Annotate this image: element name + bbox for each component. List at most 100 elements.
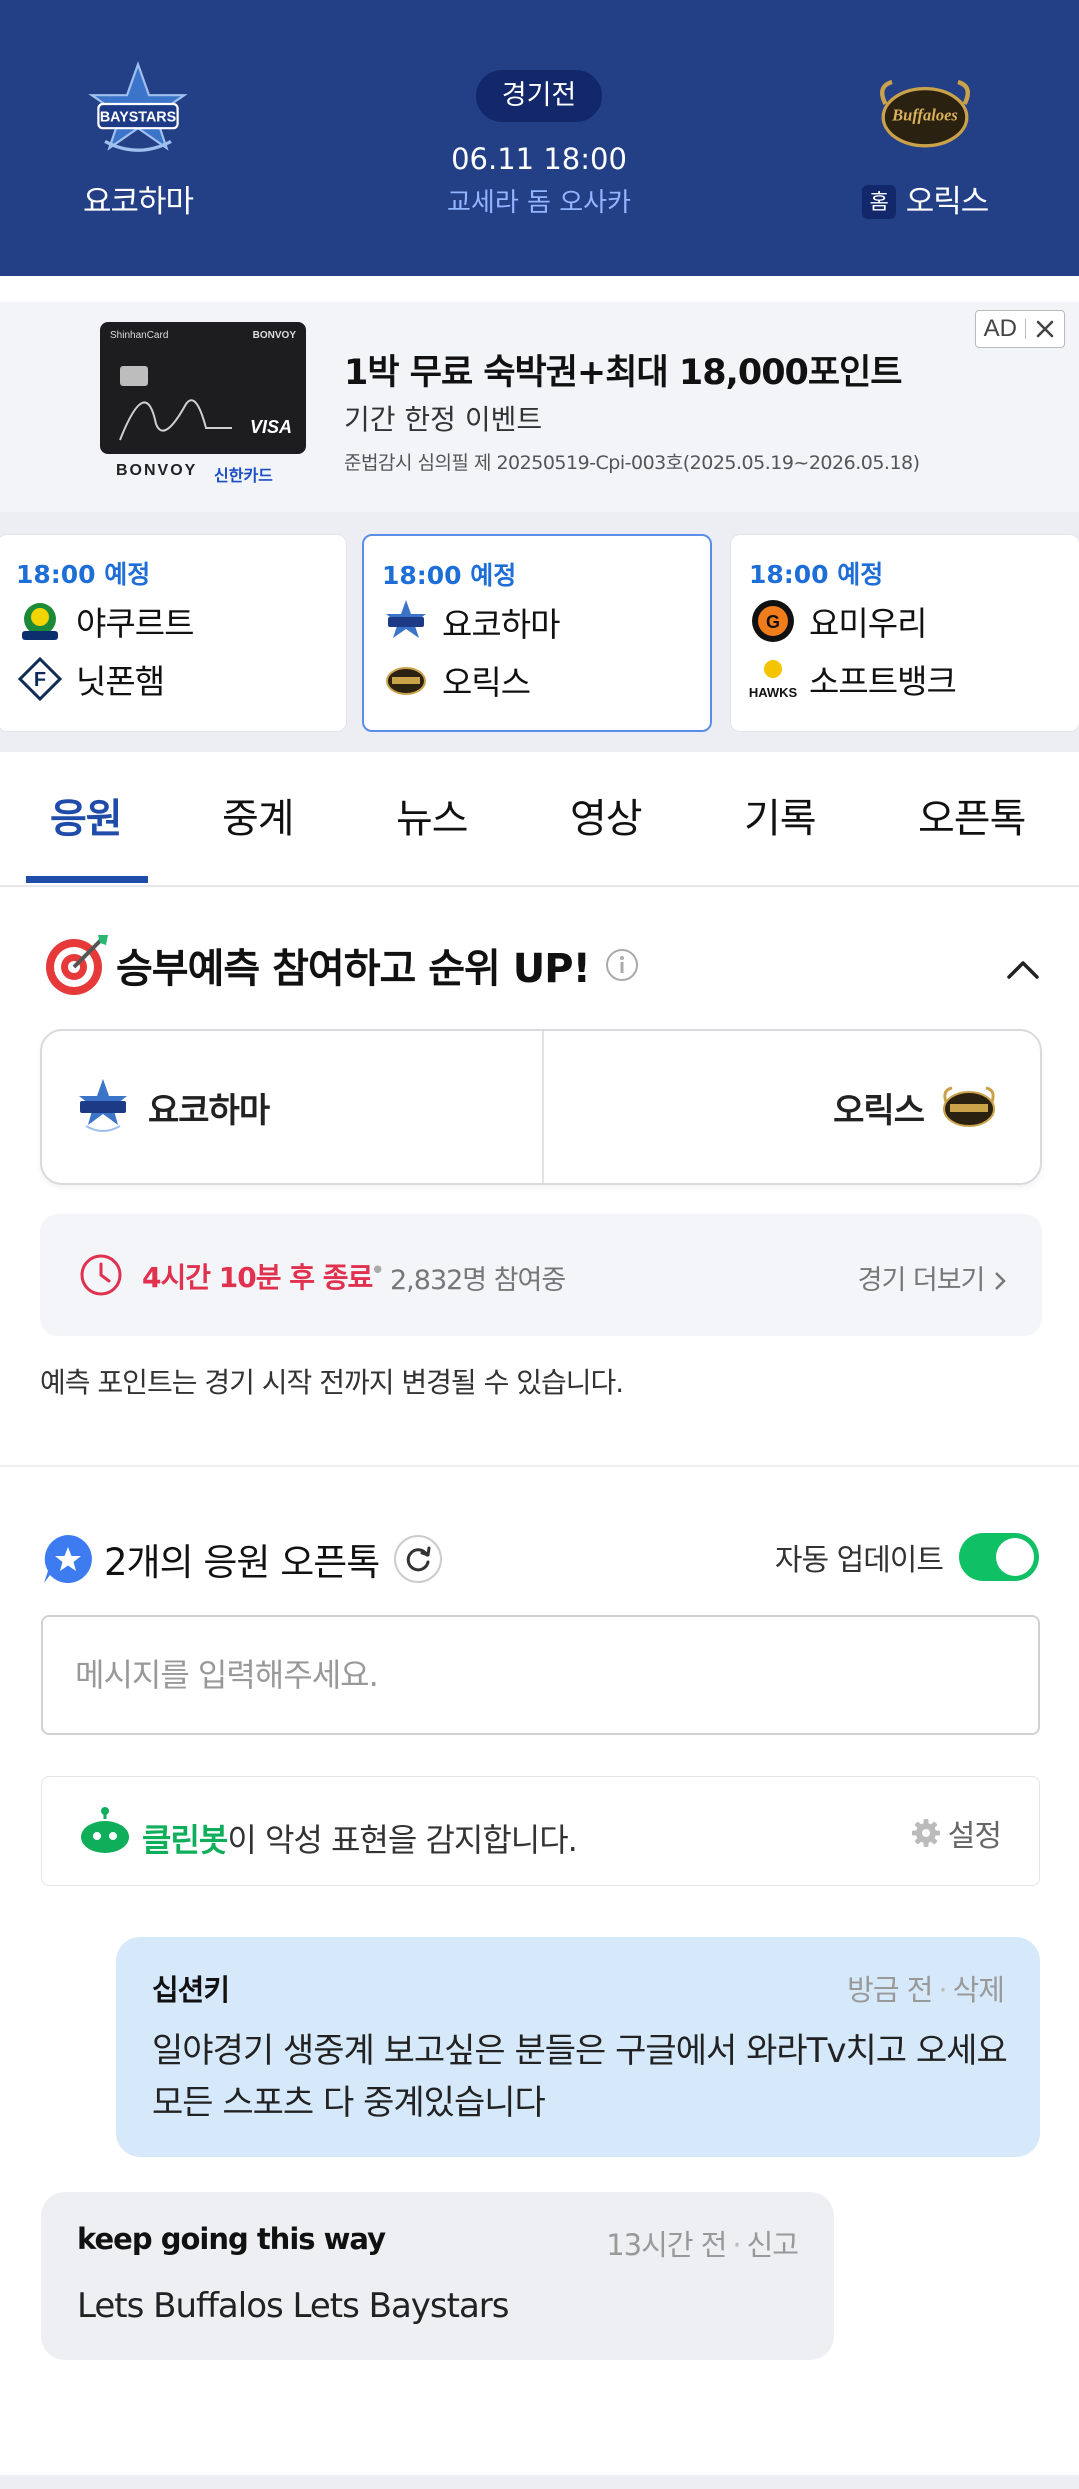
vote-home-button[interactable]: 오릭스 — [819, 1075, 1000, 1139]
tab-open-talk[interactable]: 오픈톡 — [918, 786, 1026, 844]
game-card-team-name: 소프트뱅크 — [809, 662, 957, 701]
svg-text:HAWKS: HAWKS — [749, 685, 797, 700]
baystars-logo-icon — [386, 600, 426, 638]
game-card[interactable]: 18:00 예정 G 요미우리 HAWKS 소프트뱅크 — [730, 534, 1079, 732]
vote-home-team-name: 오릭스 — [833, 1090, 925, 1131]
message-text: 일야경기 생중계 보고싶은 분들은 구글에서 와라Tv치고 오세요 모든 스포츠… — [152, 2031, 1008, 2123]
meta-separator: · — [938, 1973, 947, 2007]
cleanbot-text: 클린봇이 악성 표현을 감지합니다. — [142, 1815, 578, 1861]
clock-icon — [80, 1254, 122, 1296]
card-chip-icon — [120, 366, 148, 386]
more-games-label: 경기 더보기 — [857, 1265, 986, 1296]
home-team-name: 오릭스 — [905, 184, 990, 220]
target-icon — [46, 935, 108, 995]
auto-update-control: 자동 업데이트 — [775, 1531, 1039, 1583]
cleanbot-description: 이 악성 표현을 감지합니다. — [227, 1821, 578, 1859]
auto-update-label: 자동 업데이트 — [774, 1543, 944, 1578]
vote-away-button[interactable]: 요코하마 — [72, 1075, 283, 1139]
game-card[interactable]: 18:00 예정 야쿠르트 F 닛폰햄 — [0, 534, 347, 732]
game-info: 경기전 06.11 18:00 교세라 돔 오사카 — [389, 70, 689, 219]
cleanbot-notice: 클린봇이 악성 표현을 감지합니다. 설정 — [41, 1776, 1040, 1886]
game-card-time: 18:00 예정 — [749, 560, 884, 589]
star-badge-icon — [44, 1535, 92, 1583]
game-card-team-name: 야쿠르트 — [76, 604, 194, 643]
info-icon[interactable] — [604, 947, 640, 983]
svg-text:BAYSTARS: BAYSTARS — [100, 110, 176, 126]
svg-text:Buffaloes: Buffaloes — [891, 106, 958, 125]
vote-divider — [542, 1031, 544, 1183]
auto-update-toggle[interactable] — [959, 1533, 1039, 1581]
cleanbot-name: 클린봇 — [142, 1821, 228, 1859]
tab-video[interactable]: 영상 — [570, 786, 643, 844]
ad-subtitle: 기간 한정 이벤트 — [344, 403, 543, 436]
away-team[interactable]: BAYSTARS 요코하마 — [28, 60, 248, 221]
buffaloes-logo-icon — [386, 667, 426, 695]
game-card-team: 요코하마 — [382, 596, 560, 648]
tab-news[interactable]: 뉴스 — [396, 786, 469, 844]
prediction-title: 승부예측 참여하고 순위 UP! — [116, 946, 591, 992]
chevron-up-icon[interactable] — [1003, 949, 1043, 989]
report-button[interactable]: 신고 — [747, 2228, 799, 2262]
refresh-icon[interactable] — [393, 1534, 443, 1584]
ad-label: AD — [983, 315, 1017, 342]
svg-text:G: G — [766, 612, 780, 632]
game-card-team: HAWKS 소프트뱅크 — [749, 653, 957, 705]
delete-button[interactable]: 삭제 — [953, 1973, 1005, 2007]
meta-separator: · — [732, 2228, 741, 2262]
home-team-name-row: 홈 오릭스 — [815, 176, 1035, 221]
close-icon[interactable] — [1034, 318, 1056, 340]
card-issuer-text: ShinhanCard — [110, 330, 169, 341]
chat-message: keep going this way 13시간 전 · 신고 Lets Buffa… — [41, 2192, 834, 2360]
game-card-time: 18:00 예정 — [382, 561, 517, 590]
settings-label: 설정 — [947, 1819, 1002, 1854]
svg-text:F: F — [34, 669, 46, 691]
tab-cheer[interactable]: 응원 — [50, 786, 123, 844]
card-signature-icon — [119, 399, 232, 441]
game-header: BAYSTARS 요코하마 경기전 06.11 18:00 교세라 돔 오사카 … — [0, 0, 1079, 276]
deadline-text: 4시간 10분 후 종료 — [142, 1261, 373, 1294]
game-card-team-name: 닛폰햄 — [76, 662, 165, 701]
chat-message-mine: 십션키 방금 전 · 삭제 일야경기 생중계 보고싶은 분들은 구글에서 와라Tv치… — [116, 1937, 1040, 2157]
ad-banner[interactable]: ShinhanCard BONVOY VISA BONVOY 신한카드 1박 무… — [0, 302, 1079, 512]
game-card-team: G 요미우리 — [749, 595, 927, 647]
home-badge: 홈 — [861, 185, 896, 219]
message-time: 13시간 전 — [606, 2228, 727, 2262]
game-card-team: F 닛폰햄 — [16, 653, 165, 705]
open-talk-header: 2개의 응원 오픈톡 — [40, 1529, 443, 1589]
message-author: keep going this way — [77, 2222, 386, 2256]
chevron-right-icon — [995, 1272, 1006, 1290]
cleanbot-settings-button[interactable]: 설정 — [910, 1815, 1002, 1854]
meta-separator: • — [370, 1256, 386, 1286]
participant-count: 2,832명 참여중 — [390, 1265, 566, 1296]
prediction-section: 승부예측 참여하고 순위 UP! 요코하마 오릭스 4시간 10분 후 종료 •… — [0, 889, 1079, 1467]
vote-away-team-name: 요코하마 — [148, 1090, 270, 1131]
tab-bar: 응원 중계 뉴스 영상 기록 오픈톡 — [0, 752, 1079, 887]
bonvoy-logo: BONVOY — [116, 462, 198, 479]
bottom-divider — [0, 2475, 1079, 2489]
message-time: 방금 전 — [847, 1973, 933, 2007]
more-games-link[interactable]: 경기 더보기 — [858, 1258, 1008, 1297]
ad-badge-divider — [1025, 319, 1026, 339]
message-text: Lets Buffalos Lets Baystars — [77, 2286, 510, 2326]
game-card-team-name: 요미우리 — [809, 604, 927, 643]
message-input[interactable] — [41, 1615, 1040, 1735]
shinhan-logo: 신한카드 — [214, 466, 273, 485]
buffaloes-logo-icon: Buffaloes — [880, 79, 970, 148]
game-card-selected[interactable]: 18:00 예정 요코하마 오릭스 — [362, 534, 712, 732]
game-card-time: 18:00 예정 — [16, 560, 151, 589]
prediction-header: 승부예측 참여하고 순위 UP! — [40, 929, 640, 1001]
home-team[interactable]: Buffaloes 홈 오릭스 — [815, 60, 1035, 221]
gear-icon — [911, 1819, 940, 1847]
game-card-team: 오릭스 — [382, 654, 531, 706]
buffaloes-logo-icon — [943, 1086, 995, 1127]
credit-card-image: ShinhanCard BONVOY VISA — [100, 322, 306, 454]
cleanbot-robot-icon — [81, 1807, 129, 1853]
game-card-team-name: 요코하마 — [442, 605, 560, 644]
message-author: 십션키 — [152, 1973, 230, 2007]
game-venue: 교세라 돔 오사카 — [447, 188, 631, 218]
tab-relay[interactable]: 중계 — [222, 786, 295, 844]
tab-records[interactable]: 기록 — [744, 786, 817, 844]
hawks-logo-icon: HAWKS — [749, 660, 797, 700]
message-meta: 방금 전 · 삭제 — [847, 1967, 1005, 2009]
ad-fine-print: 준법감시 심의필 제 20250519-Cpi-003호(2025.05.19~… — [344, 452, 920, 474]
